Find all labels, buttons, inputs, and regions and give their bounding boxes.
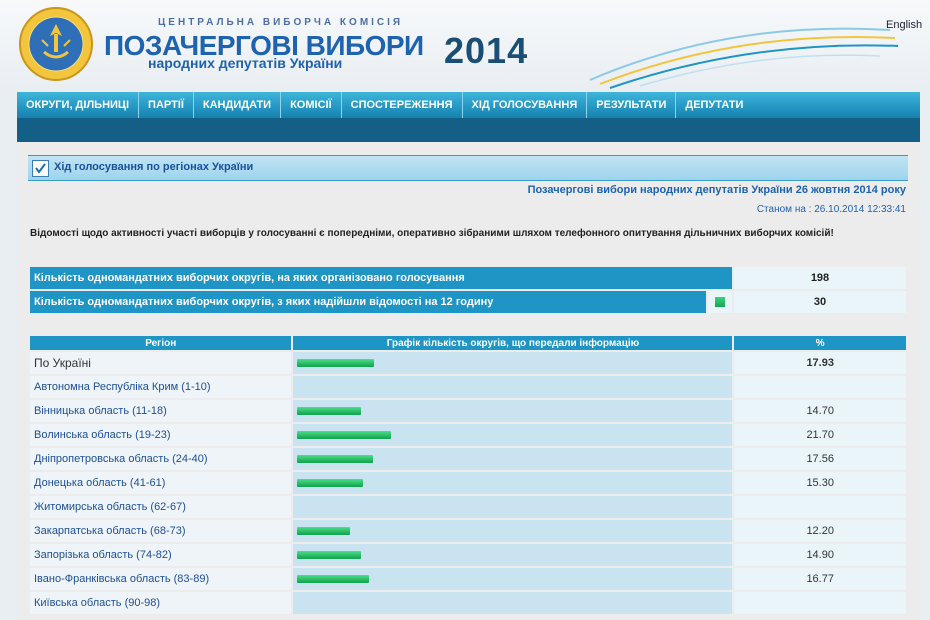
region-percent: 17.93 xyxy=(734,352,906,374)
nav-results[interactable]: РЕЗУЛЬТАТИ xyxy=(587,92,677,118)
region-name-link[interactable]: Івано-Франківська область (83-89) xyxy=(30,568,292,590)
region-total-name: По Україні xyxy=(30,352,292,374)
main-content: Хід голосування по регіонах України Поза… xyxy=(17,142,920,620)
table-row: Київська область (90-98) xyxy=(30,592,906,614)
region-percent xyxy=(734,496,906,518)
summary-label: Кількість одномандатних виборчих округів… xyxy=(30,291,706,313)
summary-row: Кількість одномандатних виборчих округів… xyxy=(30,291,906,313)
summary-icon-cell xyxy=(708,291,732,313)
region-bar-cell xyxy=(293,496,733,518)
progress-bar xyxy=(297,479,364,487)
english-language-link[interactable]: English xyxy=(886,19,922,31)
region-bar-cell xyxy=(293,568,733,590)
region-name-link[interactable]: Автономна Республіка Крим (1-10) xyxy=(30,376,292,398)
table-row: Житомирська область (62-67) xyxy=(30,496,906,518)
region-bar-cell xyxy=(293,592,733,614)
progress-bar xyxy=(297,575,370,583)
table-row: Донецька область (41-61) 15.30 xyxy=(30,472,906,494)
region-name-link[interactable]: Закарпатська область (68-73) xyxy=(30,520,292,542)
region-percent: 12.20 xyxy=(734,520,906,542)
region-name-link[interactable]: Волинська область (19-23) xyxy=(30,424,292,446)
progress-bar xyxy=(297,407,362,415)
summary-row: Кількість одномандатних виборчих округів… xyxy=(30,267,906,289)
region-percent: 16.77 xyxy=(734,568,906,590)
table-row: Вінницька область (11-18) 14.70 xyxy=(30,400,906,422)
section-header: Хід голосування по регіонах України xyxy=(28,155,908,181)
table-row: По Україні 17.93 xyxy=(30,352,906,374)
progress-bar xyxy=(297,359,375,367)
region-percent: 14.90 xyxy=(734,544,906,566)
site-header: ЦЕНТРАЛЬНА ВИБОРЧА КОМІСІЯ ПОЗАЧЕРГОВІ В… xyxy=(0,0,930,90)
table-header-row: Регіон Графік кількість округів, що пере… xyxy=(30,336,906,350)
region-bar-cell xyxy=(293,520,733,542)
header-swoosh-decoration xyxy=(589,27,899,89)
region-bar-cell xyxy=(293,448,733,470)
cec-seal-logo[interactable] xyxy=(18,6,94,82)
nav-candidates[interactable]: КАНДИДАТИ xyxy=(194,92,282,118)
summary-table: Кількість одномандатних виборчих округів… xyxy=(28,265,908,315)
region-bar-cell xyxy=(293,352,733,374)
region-percent xyxy=(734,592,906,614)
region-percent: 14.70 xyxy=(734,400,906,422)
progress-bar xyxy=(297,527,351,535)
election-year: 2014 xyxy=(444,30,529,71)
org-name: ЦЕНТРАЛЬНА ВИБОРЧА КОМІСІЯ xyxy=(158,17,404,28)
summary-value: 30 xyxy=(734,291,906,313)
region-name-link[interactable]: Вінницька область (11-18) xyxy=(30,400,292,422)
green-square-icon xyxy=(715,297,725,308)
region-percent: 21.70 xyxy=(734,424,906,446)
region-percent: 15.30 xyxy=(734,472,906,494)
table-row: Дніпропетровська область (24-40) 17.56 xyxy=(30,448,906,470)
nav-observation[interactable]: СПОСТЕРЕЖЕННЯ xyxy=(342,92,463,118)
regions-table: Регіон Графік кількість округів, що пере… xyxy=(28,334,908,616)
table-row: Запорізька область (74-82) 14.90 xyxy=(30,544,906,566)
region-name-link[interactable]: Донецька область (41-61) xyxy=(30,472,292,494)
region-name-link[interactable]: Житомирська область (62-67) xyxy=(30,496,292,518)
sub-nav-bar xyxy=(17,118,920,142)
region-name-link[interactable]: Київська область (90-98) xyxy=(30,592,292,614)
progress-bar xyxy=(297,551,362,559)
checkbox-icon xyxy=(32,160,49,177)
region-bar-cell xyxy=(293,544,733,566)
table-row: Івано-Франківська область (83-89) 16.77 xyxy=(30,568,906,590)
table-row: Автономна Республіка Крим (1-10) xyxy=(30,376,906,398)
region-bar-cell xyxy=(293,424,733,446)
region-bar-cell xyxy=(293,376,733,398)
region-name-link[interactable]: Запорізька область (74-82) xyxy=(30,544,292,566)
region-bar-cell xyxy=(293,400,733,422)
election-name: Позачергові вибори народних депутатів Ук… xyxy=(527,184,906,196)
section-title: Хід голосування по регіонах України xyxy=(54,161,254,173)
main-nav: ОКРУГИ, ДІЛЬНИЦІ ПАРТІЇ КАНДИДАТИ КОМІСІ… xyxy=(17,92,920,118)
header-percent: % xyxy=(734,336,906,350)
region-name-link[interactable]: Дніпропетровська область (24-40) xyxy=(30,448,292,470)
timestamp: Станом на : 26.10.2014 12:33:41 xyxy=(756,204,906,215)
region-percent: 17.56 xyxy=(734,448,906,470)
region-bar-cell xyxy=(293,472,733,494)
nav-parties[interactable]: ПАРТІЇ xyxy=(139,92,194,118)
site-subtitle: народних депутатів України xyxy=(148,55,343,71)
progress-bar xyxy=(297,455,374,463)
header-chart: Графік кількість округів, що передали ін… xyxy=(293,336,733,350)
table-row: Закарпатська область (68-73) 12.20 xyxy=(30,520,906,542)
table-row: Волинська область (19-23) 21.70 xyxy=(30,424,906,446)
nav-commissions[interactable]: КОМІСІЇ xyxy=(281,92,342,118)
progress-bar xyxy=(297,431,392,439)
region-percent xyxy=(734,376,906,398)
summary-label: Кількість одномандатних виборчих округів… xyxy=(30,267,732,289)
header-region: Регіон xyxy=(30,336,292,350)
disclaimer-notice: Відомості щодо активності участі виборці… xyxy=(30,228,834,239)
nav-voting-progress[interactable]: ХІД ГОЛОСУВАННЯ xyxy=(463,92,588,118)
summary-value: 198 xyxy=(734,267,906,289)
nav-deputies[interactable]: ДЕПУТАТИ xyxy=(676,92,752,118)
nav-districts[interactable]: ОКРУГИ, ДІЛЬНИЦІ xyxy=(17,92,140,118)
